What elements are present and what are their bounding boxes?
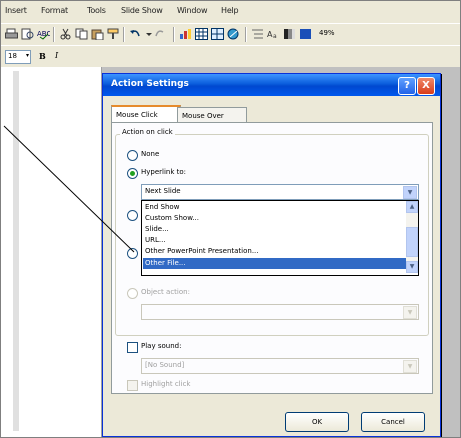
tab-mouse-over-label: Mouse Over [182, 112, 224, 120]
redo-icon[interactable] [153, 28, 166, 40]
toolbar-separator [245, 27, 247, 42]
menu-bar: Insert Format Tools Slide Show Window He… [1, 1, 460, 23]
highlight-click-label: Highlight click [141, 380, 191, 388]
list-item-selected[interactable]: Other File... [143, 258, 413, 269]
close-icon[interactable]: X [417, 77, 435, 95]
insert-hyperlink-icon[interactable] [227, 28, 240, 40]
format-painter-icon[interactable] [107, 28, 120, 40]
tab-mouse-click-label: Mouse Click [116, 111, 158, 119]
menu-format[interactable]: Format [41, 6, 68, 15]
list-item[interactable]: End Show [145, 202, 179, 213]
font-size-value: 18 [8, 52, 17, 60]
list-item[interactable]: URL... [145, 235, 166, 246]
dialog-titlebar[interactable]: Action Settings ? X [103, 74, 440, 96]
list-item[interactable]: Other PowerPoint Presentation... [145, 246, 259, 257]
dropdown-scrollbar[interactable]: ▲ ▼ [406, 201, 418, 273]
radio-hyperlink[interactable] [127, 168, 138, 179]
chevron-down-icon[interactable]: ▼ [403, 306, 417, 319]
undo-icon[interactable] [129, 28, 142, 40]
svg-text:a: a [273, 33, 277, 40]
toolbar-separator [123, 27, 125, 42]
font-size-box[interactable]: 18 ▾ [5, 50, 31, 64]
menu-insert[interactable]: Insert [5, 6, 27, 15]
radio-run-macro[interactable] [127, 248, 138, 259]
zoom-level[interactable]: 49% [319, 29, 335, 37]
copy-icon[interactable] [75, 28, 88, 40]
scroll-up-icon[interactable]: ▲ [406, 201, 418, 213]
ok-button[interactable]: OK [285, 412, 349, 432]
radio-object-action-label: Object action: [141, 288, 190, 296]
hyperlink-dropdown-list[interactable]: End Show Custom Show... Slide... URL... … [141, 200, 419, 276]
radio-run-program[interactable] [127, 210, 138, 221]
radio-none[interactable] [127, 150, 138, 161]
play-sound-checkbox[interactable] [127, 342, 138, 353]
cancel-button[interactable]: Cancel [361, 412, 425, 432]
sound-select[interactable]: [No Sound] ▼ [141, 358, 419, 374]
help-icon[interactable]: ? [398, 77, 416, 95]
object-action-select[interactable]: ▼ [141, 304, 419, 320]
hyperlink-select[interactable]: Next Slide ▼ [141, 184, 419, 200]
list-item[interactable]: Slide... [145, 224, 169, 235]
action-group-label: Action on click [120, 128, 175, 136]
cut-icon[interactable] [59, 28, 72, 40]
radio-object-action[interactable] [127, 288, 138, 299]
play-sound-label: Play sound: [141, 342, 182, 350]
action-settings-dialog: Action Settings ? X Mouse Click Mouse Ov… [102, 73, 441, 437]
bold-button[interactable]: B [39, 51, 46, 61]
menu-slide-show[interactable]: Slide Show [121, 6, 163, 15]
insert-table-icon[interactable] [195, 28, 208, 40]
list-item[interactable]: Custom Show... [145, 213, 199, 224]
highlight-click-checkbox[interactable] [127, 380, 138, 391]
italic-button[interactable]: I [55, 51, 58, 60]
expand-all-icon[interactable] [251, 28, 264, 40]
scroll-down-icon[interactable]: ▼ [406, 261, 418, 273]
spelling-icon[interactable]: ABC [37, 28, 51, 40]
standard-toolbar: ABC Aa 49% [1, 23, 460, 46]
toolbar-separator [53, 27, 55, 42]
chevron-down-icon[interactable]: ▼ [403, 360, 417, 373]
print-preview-icon[interactable] [21, 28, 34, 40]
svg-text:ABC: ABC [37, 30, 50, 38]
toolbar-separator [173, 27, 175, 42]
hyperlink-select-value: Next Slide [145, 187, 181, 195]
radio-hyperlink-label: Hyperlink to: [141, 168, 187, 176]
color-view-icon[interactable] [299, 28, 312, 40]
tables-borders-icon[interactable] [211, 28, 224, 40]
insert-chart-icon[interactable] [179, 28, 192, 40]
menu-help[interactable]: Help [221, 6, 239, 15]
menu-tools[interactable]: Tools [87, 6, 106, 15]
scroll-thumb[interactable] [406, 227, 418, 257]
chevron-down-icon[interactable]: ▾ [26, 52, 29, 59]
radio-none-label: None [141, 150, 160, 158]
tab-mouse-click[interactable]: Mouse Click [111, 105, 181, 123]
grayscale-icon[interactable] [283, 28, 296, 40]
tab-mouse-over[interactable]: Mouse Over [177, 107, 247, 122]
formatting-toolbar: 18 ▾ B I [1, 45, 460, 68]
outline-scroll-strip [13, 71, 19, 431]
sound-select-value: [No Sound] [145, 361, 185, 369]
chevron-down-icon[interactable]: ▼ [403, 186, 417, 199]
print-icon[interactable] [5, 28, 18, 40]
menu-window[interactable]: Window [177, 6, 208, 15]
show-formatting-icon[interactable]: Aa [267, 28, 280, 40]
powerpoint-window: Insert Format Tools Slide Show Window He… [0, 0, 461, 438]
dialog-title: Action Settings [111, 79, 189, 89]
paste-icon[interactable] [91, 28, 104, 41]
